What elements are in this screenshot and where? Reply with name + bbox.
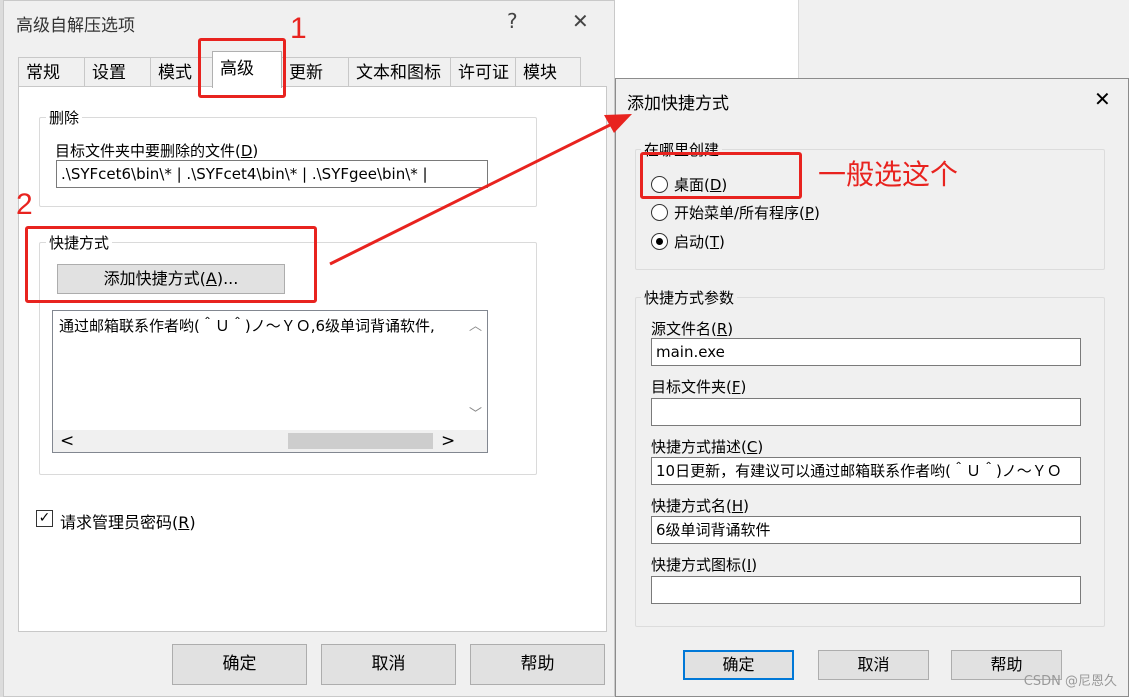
watermark: CSDN @尼恩久 [1023, 674, 1117, 689]
arrow-line [329, 120, 617, 266]
annotation-arrow [329, 114, 632, 266]
arrow-head [604, 114, 632, 133]
tab-advanced[interactable]: 高级 [212, 51, 282, 88]
